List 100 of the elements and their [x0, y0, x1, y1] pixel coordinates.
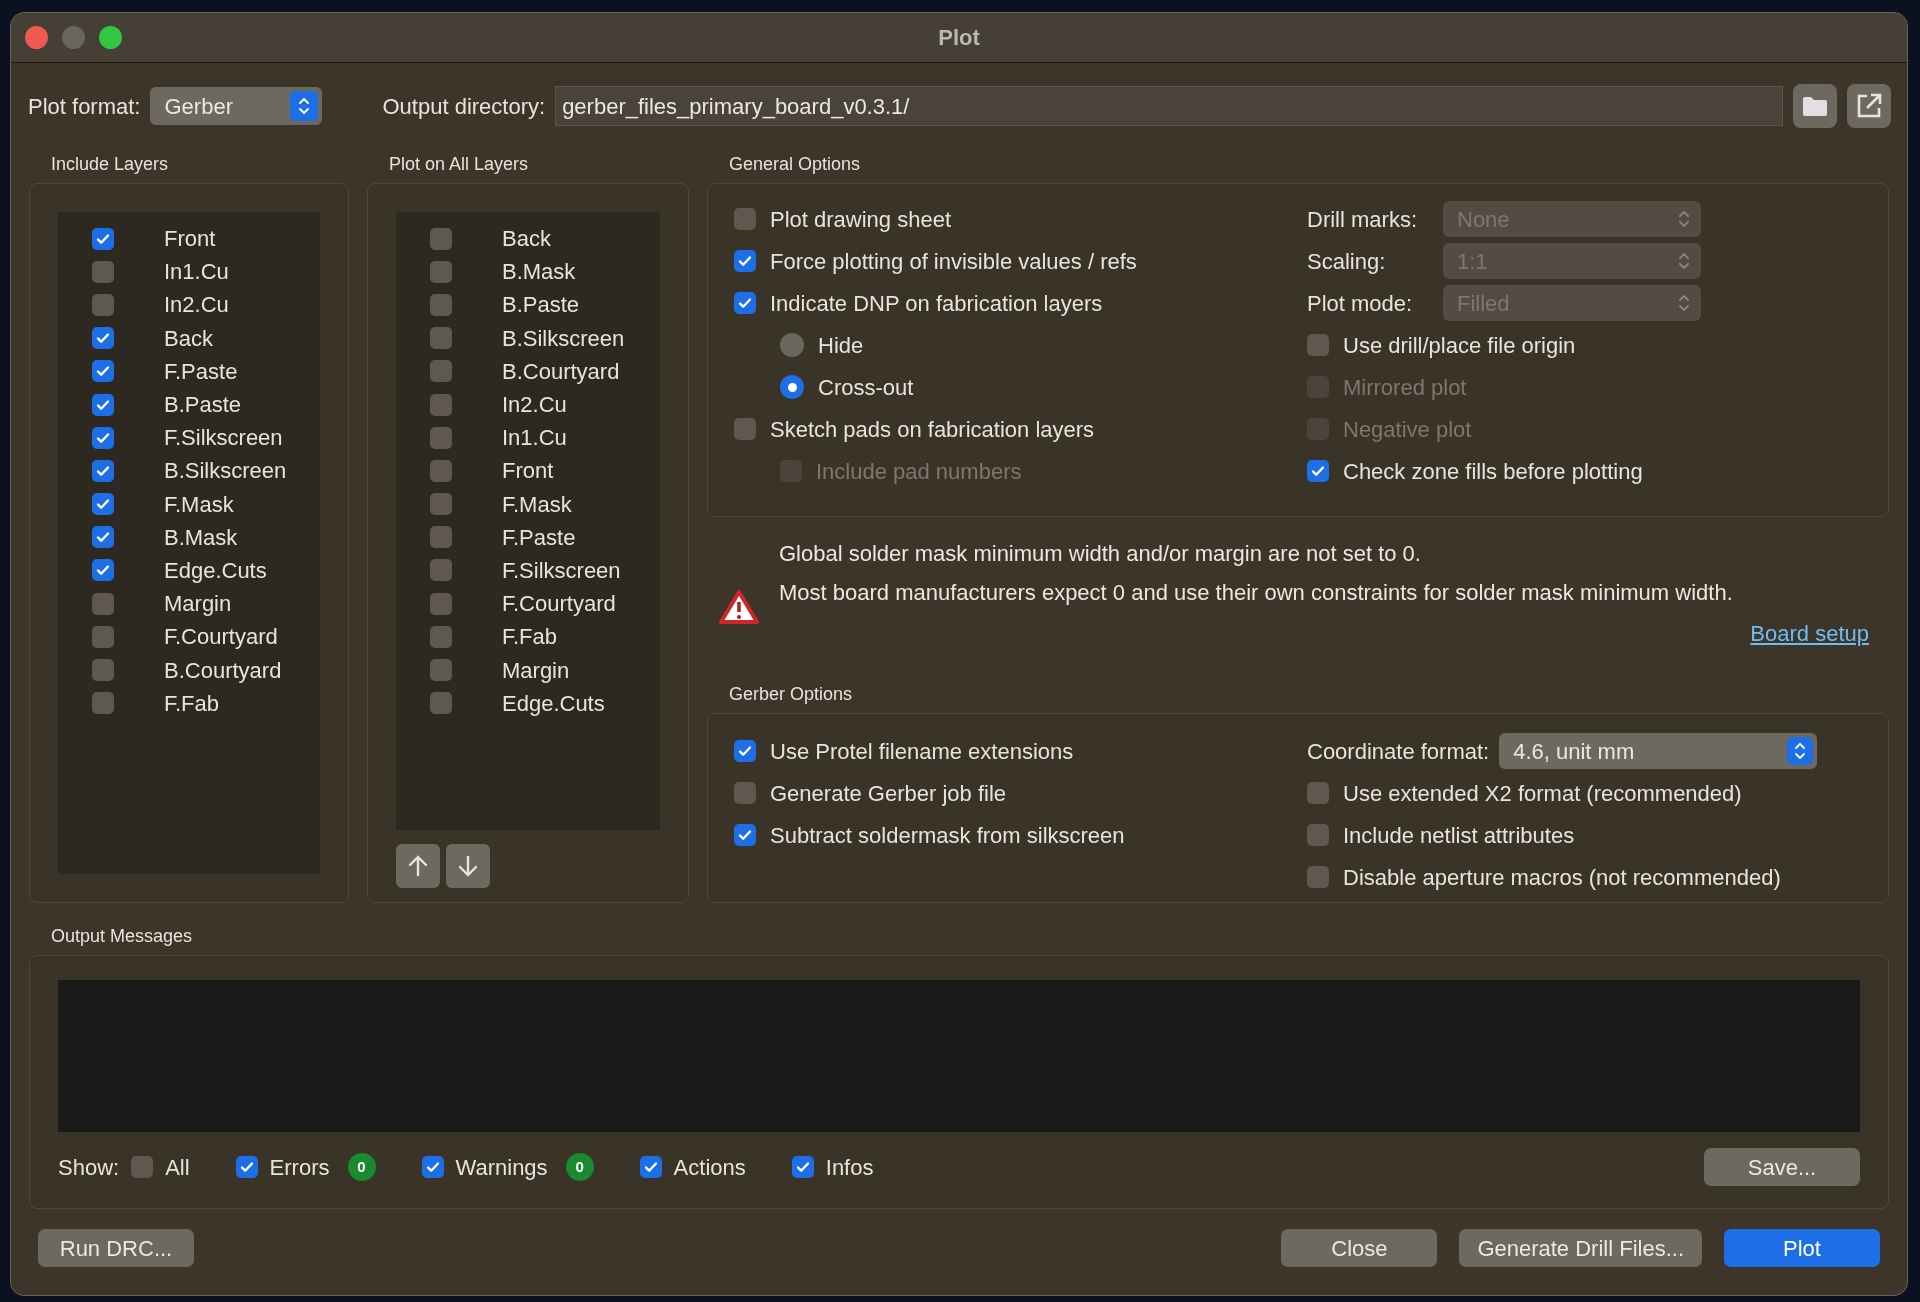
- checkbox[interactable]: [1307, 782, 1329, 804]
- checkbox[interactable]: [92, 692, 114, 715]
- checkmark-icon: [238, 1159, 255, 1175]
- filter-label: All: [165, 1153, 190, 1182]
- checkbox[interactable]: [1307, 866, 1329, 888]
- checkbox[interactable]: [430, 625, 452, 648]
- checkbox[interactable]: [92, 625, 114, 648]
- checkbox[interactable]: [430, 592, 452, 615]
- checkbox[interactable]: [430, 426, 452, 449]
- checkbox[interactable]: [734, 782, 756, 804]
- checkbox[interactable]: [430, 692, 452, 715]
- checkbox[interactable]: [734, 250, 756, 272]
- radio-button[interactable]: [780, 375, 804, 399]
- checkbox[interactable]: [92, 592, 114, 615]
- run-drc-button[interactable]: Run DRC...: [38, 1229, 194, 1267]
- checkbox[interactable]: [791, 1156, 814, 1178]
- open-external-button[interactable]: [1847, 84, 1891, 128]
- option-label: Use Protel filename extensions: [770, 737, 1074, 766]
- checkbox[interactable]: [430, 227, 452, 250]
- checkbox[interactable]: [92, 360, 114, 383]
- group-title: Plot on All Layers: [388, 153, 530, 176]
- option-label: Use drill/place file origin: [1343, 331, 1576, 360]
- checkbox[interactable]: [734, 740, 756, 762]
- move-up-button[interactable]: [396, 844, 440, 888]
- checkbox[interactable]: [734, 418, 756, 440]
- checkbox[interactable]: [430, 526, 452, 549]
- checkbox[interactable]: [430, 559, 452, 582]
- checkbox[interactable]: [92, 293, 114, 316]
- dialog-button[interactable]: Close: [1281, 1229, 1438, 1267]
- checkbox[interactable]: [92, 327, 114, 350]
- dropdown[interactable]: 4.6, unit mm: [1499, 733, 1818, 769]
- count-badge: 0: [347, 1153, 376, 1181]
- checkbox[interactable]: [92, 493, 114, 516]
- checkbox[interactable]: [92, 227, 114, 250]
- option-label: Subtract soldermask from silkscreen: [770, 821, 1125, 850]
- checkmark-icon: [424, 1159, 441, 1175]
- filter-label: Infos: [825, 1153, 874, 1182]
- option-label: Generate Gerber job file: [770, 779, 1007, 808]
- checkbox[interactable]: [235, 1156, 258, 1178]
- layer-name: B.Silkscreen: [502, 324, 625, 353]
- checkbox[interactable]: [430, 459, 452, 482]
- external-link-icon: [1855, 92, 1883, 120]
- checkbox[interactable]: [1307, 334, 1329, 356]
- checkbox[interactable]: [1307, 824, 1329, 846]
- checkbox[interactable]: [92, 659, 114, 682]
- layer-name: F.Courtyard: [502, 590, 616, 619]
- count-badge: 0: [565, 1153, 594, 1181]
- output-directory-field[interactable]: gerber_files_primary_board_v0.3.1/: [555, 86, 1783, 126]
- radio-button[interactable]: [780, 333, 804, 357]
- field-label: Plot mode:: [1307, 289, 1414, 318]
- checkmark-icon: [737, 295, 753, 311]
- checkmark-icon: [737, 253, 753, 269]
- plot-format-dropdown[interactable]: Gerber: [150, 87, 323, 125]
- dialog-button[interactable]: Generate Drill Files...: [1459, 1229, 1702, 1267]
- checkbox[interactable]: [131, 1156, 154, 1178]
- layer-name: Front: [164, 225, 216, 254]
- group-title: Gerber Options: [728, 683, 854, 706]
- checkbox[interactable]: [92, 526, 114, 549]
- checkbox[interactable]: [430, 293, 452, 316]
- close-window-icon[interactable]: [25, 26, 48, 49]
- checkbox[interactable]: [92, 559, 114, 582]
- checkbox[interactable]: [430, 327, 452, 350]
- checkbox[interactable]: [92, 260, 114, 283]
- checkbox[interactable]: [92, 393, 114, 416]
- stepper-icon: [290, 91, 319, 121]
- checkbox[interactable]: [430, 260, 452, 283]
- checkbox[interactable]: [430, 659, 452, 682]
- checkbox[interactable]: [639, 1156, 662, 1178]
- up-arrow-icon: [407, 854, 429, 878]
- checkbox[interactable]: [430, 360, 452, 383]
- checkbox[interactable]: [734, 292, 756, 314]
- option-label: Force plotting of invisible values / refs: [770, 247, 1137, 276]
- checkbox[interactable]: [421, 1156, 444, 1178]
- checkmark-icon: [794, 1159, 811, 1175]
- layer-name: F.Paste: [502, 523, 576, 552]
- folder-button[interactable]: [1793, 84, 1837, 128]
- board-setup-link[interactable]: Board setup: [1750, 617, 1869, 650]
- layer-name: F.Silkscreen: [164, 424, 283, 453]
- layer-name: B.Courtyard: [164, 656, 282, 685]
- layer-name: Edge.Cuts: [502, 689, 605, 718]
- save-button[interactable]: Save...: [1704, 1148, 1860, 1186]
- dialog-button[interactable]: Plot: [1724, 1229, 1880, 1267]
- warning-icon: [719, 589, 759, 625]
- stepper-icon: [1787, 737, 1814, 765]
- field-label: Output directory:: [382, 92, 546, 121]
- checkbox[interactable]: [430, 493, 452, 516]
- checkbox[interactable]: [92, 426, 114, 449]
- checkbox[interactable]: [734, 208, 756, 230]
- layer-name: Margin: [502, 656, 570, 685]
- move-down-button[interactable]: [446, 844, 490, 888]
- checkbox[interactable]: [92, 459, 114, 482]
- zoom-window-icon[interactable]: [99, 26, 122, 49]
- folder-icon: [1802, 95, 1828, 117]
- minimize-window-icon[interactable]: [62, 26, 85, 49]
- layer-name: F.Mask: [502, 490, 572, 519]
- layer-name: B.Courtyard: [502, 357, 620, 386]
- checkbox[interactable]: [1307, 460, 1329, 482]
- layer-name: In2.Cu: [164, 291, 229, 320]
- checkbox[interactable]: [734, 824, 756, 846]
- checkbox[interactable]: [430, 393, 452, 416]
